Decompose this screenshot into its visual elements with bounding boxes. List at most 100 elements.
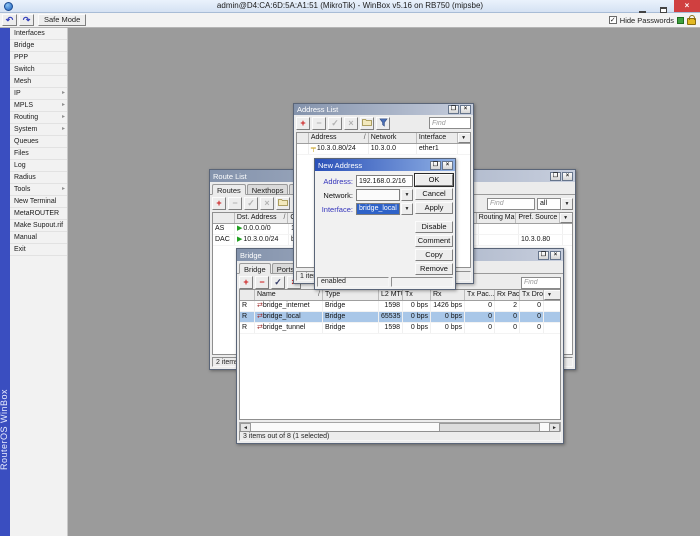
sidebar-item-switch[interactable]: Switch [10, 64, 67, 76]
route-list-restore-button[interactable]: ❒ [550, 171, 561, 181]
interface-field-combo[interactable]: bridge_local [356, 203, 400, 215]
connection-status-icon [677, 16, 684, 24]
undo-icon: ↶ [5, 15, 14, 25]
sidebar-item-ip[interactable]: IP ▸ [10, 88, 67, 100]
interface-dropdown-button[interactable]: ▼ [401, 203, 413, 215]
bridge-restore-button[interactable]: ❒ [538, 250, 549, 260]
remove-button[interactable]: − [255, 276, 269, 289]
tab-routes[interactable]: Routes [212, 184, 246, 195]
remove-button[interactable]: − [228, 197, 242, 210]
remove-button[interactable]: Remove [415, 263, 453, 275]
col-dst-address[interactable]: Dst. Address / [235, 213, 289, 223]
sidebar-item-exit[interactable]: Exit [10, 244, 67, 256]
comment-button[interactable] [360, 116, 374, 130]
col-network[interactable]: Network [369, 133, 417, 143]
address-row[interactable]: ╤10.3.0.80/24 10.3.0.0 ether1 [297, 144, 470, 155]
sidebar-item-mpls[interactable]: MPLS ▸ [10, 100, 67, 112]
ok-button[interactable]: OK [415, 174, 453, 186]
restore-button[interactable] [653, 0, 674, 13]
filter-button[interactable] [376, 116, 390, 130]
add-button[interactable]: + [239, 276, 253, 289]
remove-button[interactable]: − [312, 116, 326, 130]
col-rx-pac[interactable]: Rx Pac... [495, 290, 520, 300]
minus-icon: − [316, 117, 322, 128]
col-tx[interactable]: Tx [403, 290, 431, 300]
sidebar-item-interfaces[interactable]: Interfaces [10, 28, 67, 40]
new-address-restore-button[interactable]: ❒ [430, 160, 441, 170]
tab-nexthops[interactable]: Nexthops [246, 184, 289, 195]
col-flags[interactable] [213, 213, 235, 223]
enable-button[interactable]: ✓ [328, 116, 342, 130]
minimize-button[interactable] [632, 0, 653, 13]
bridge-row[interactable]: R ⇄bridge_internet Bridge 1598 0 bps 142… [240, 301, 560, 312]
disable-button[interactable]: Disable [415, 221, 453, 233]
route-filter-dropdown-button[interactable]: ▼ [561, 197, 573, 210]
close-icon: × [565, 172, 570, 179]
address-list-restore-button[interactable]: ❒ [448, 105, 459, 114]
sidebar-item-ppp[interactable]: PPP [10, 52, 67, 64]
col-pref-source[interactable]: Pref. Source [516, 213, 561, 223]
sidebar-item-new-terminal[interactable]: New Terminal [10, 196, 67, 208]
undo-button[interactable]: ↶ [2, 14, 17, 26]
tab-bridge[interactable]: Bridge [239, 263, 271, 274]
col-name[interactable]: Name / [255, 290, 323, 300]
route-find-input[interactable] [487, 197, 535, 210]
col-flags[interactable] [240, 290, 255, 300]
sidebar-item-queues[interactable]: Queues [10, 136, 67, 148]
disable-button[interactable]: × [260, 197, 274, 210]
sidebar-item-routing[interactable]: Routing ▸ [10, 112, 67, 124]
bridge-find-input[interactable] [521, 276, 561, 289]
redo-icon: ↷ [22, 15, 31, 25]
add-button[interactable]: + [212, 197, 226, 210]
address-find-input[interactable] [429, 117, 471, 129]
add-button[interactable]: + [296, 116, 310, 130]
column-options-button[interactable]: ▼ [544, 290, 560, 300]
col-tx-pac[interactable]: Tx Pac... [465, 290, 495, 300]
route-filter-select[interactable]: all [537, 197, 561, 210]
sidebar-item-metarouter[interactable]: MetaROUTER [10, 208, 67, 220]
hide-passwords-checkbox[interactable]: ✓ [608, 16, 617, 24]
col-type[interactable]: Type [323, 290, 379, 300]
network-field-combo[interactable] [356, 189, 400, 201]
sidebar-item-manual[interactable]: Manual [10, 232, 67, 244]
col-flags[interactable] [297, 133, 309, 143]
bridge-row-selected[interactable]: R ⇄bridge_local Bridge 65535 0 bps 0 bps… [240, 312, 560, 323]
copy-button[interactable]: Copy [415, 249, 453, 261]
sidebar-item-files[interactable]: Files [10, 148, 67, 160]
redo-button[interactable]: ↷ [19, 14, 34, 26]
new-address-statusbar: enabled [317, 277, 453, 287]
sidebar-item-radius[interactable]: Radius [10, 172, 67, 184]
comment-button[interactable] [276, 197, 290, 210]
address-list-close-button[interactable]: × [460, 105, 471, 114]
column-options-button[interactable]: ▼ [458, 133, 470, 143]
col-interface[interactable]: Interface [417, 133, 459, 143]
sidebar-item-log[interactable]: Log [10, 160, 67, 172]
sidebar-item-bridge[interactable]: Bridge [10, 40, 67, 52]
sidebar-item-system[interactable]: System ▸ [10, 124, 67, 136]
col-address[interactable]: Address / [309, 133, 369, 143]
safe-mode-button[interactable]: Safe Mode [38, 14, 87, 26]
apply-button[interactable]: Apply [415, 202, 453, 214]
cancel-button[interactable]: Cancel [415, 188, 453, 200]
col-tx-drops[interactable]: Tx Drops [520, 290, 544, 300]
sidebar-item-make-supout[interactable]: Make Supout.rif [10, 220, 67, 232]
disable-button[interactable]: × [344, 116, 358, 130]
sidebar-item-mesh[interactable]: Mesh [10, 76, 67, 88]
col-routing-mark[interactable]: Routing Mark [477, 213, 517, 223]
column-options-button[interactable]: ▼ [560, 213, 572, 223]
network-dropdown-button[interactable]: ▼ [401, 189, 413, 201]
bridge-row[interactable]: R ⇄bridge_tunnel Bridge 1598 0 bps 0 bps… [240, 323, 560, 334]
new-address-close-button[interactable]: × [442, 160, 453, 170]
sidebar-item-tools[interactable]: Tools ▸ [10, 184, 67, 196]
close-button[interactable]: × [674, 0, 700, 12]
enable-button[interactable]: ✓ [244, 197, 258, 210]
route-list-close-button[interactable]: × [562, 171, 573, 181]
enable-button[interactable]: ✓ [271, 276, 285, 289]
address-field-input[interactable] [356, 175, 413, 187]
col-l2mtu[interactable]: L2 MTU [379, 290, 403, 300]
comment-button[interactable]: Comment [415, 235, 453, 247]
address-list-titlebar: Address List ❒ × [294, 104, 473, 115]
col-rx[interactable]: Rx [431, 290, 465, 300]
chevron-down-icon: ▼ [404, 192, 410, 198]
bridge-close-button[interactable]: × [550, 250, 561, 260]
